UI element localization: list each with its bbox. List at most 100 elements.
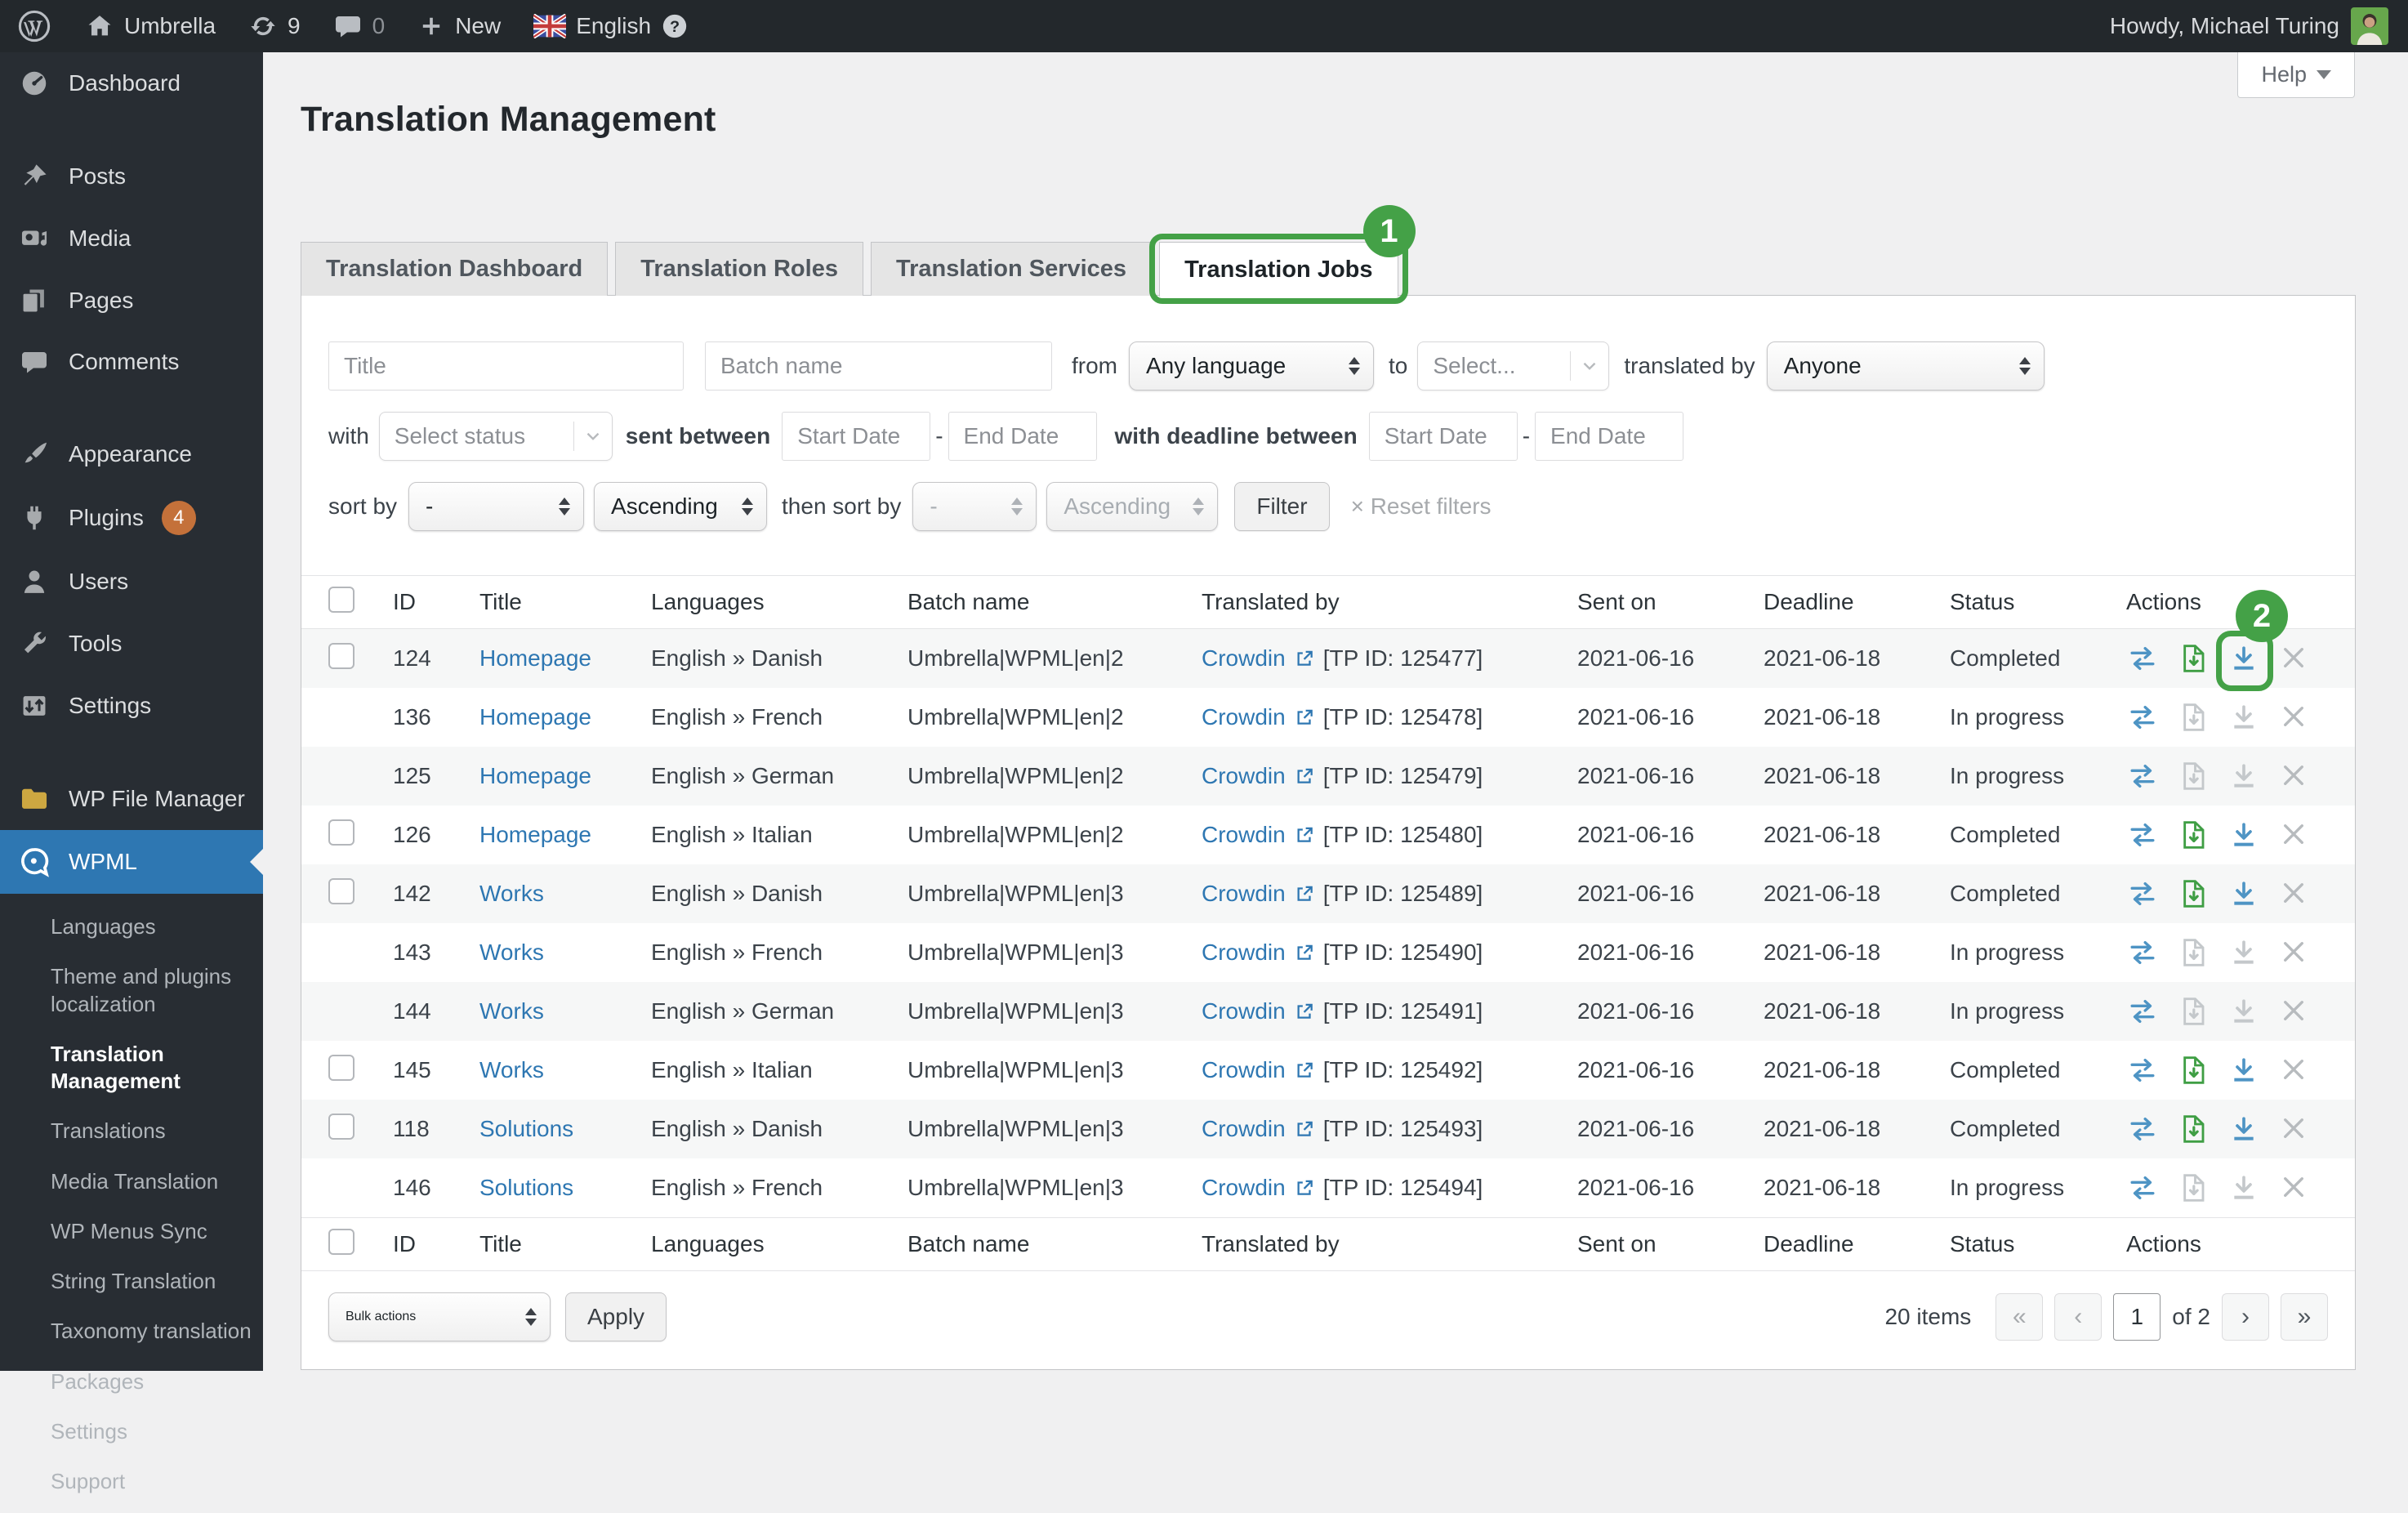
sidebar-item-appearance[interactable]: Appearance (0, 423, 263, 485)
submenu-item-media-translation[interactable]: Media Translation (0, 1157, 263, 1207)
sort-order-select[interactable]: Ascending (594, 482, 767, 531)
job-title-link[interactable]: Solutions (479, 1116, 573, 1141)
cancel-job-icon[interactable] (2278, 819, 2311, 851)
download-xliff-icon[interactable] (2177, 1172, 2210, 1204)
sidebar-item-posts[interactable]: Posts (0, 145, 263, 208)
download-xliff-icon[interactable] (2177, 877, 2210, 910)
job-title-link[interactable]: Works (479, 1057, 544, 1082)
translator-link[interactable]: Crowdin (1202, 881, 1286, 907)
help-button[interactable]: Help (2237, 52, 2355, 98)
download-translation-icon[interactable] (2227, 1172, 2260, 1204)
first-page-button[interactable]: « (1996, 1293, 2043, 1341)
site-name-menu[interactable]: Umbrella (69, 0, 232, 52)
download-translation-icon[interactable] (2227, 995, 2260, 1028)
exchange-translator-icon[interactable] (2126, 1054, 2159, 1087)
submenu-item-string-translation[interactable]: String Translation (0, 1256, 263, 1306)
batch-name-filter-input[interactable] (705, 341, 1052, 391)
cancel-job-icon[interactable] (2278, 1172, 2311, 1204)
comments-menu[interactable]: 0 (317, 0, 402, 52)
submenu-item-taxonomy-translation[interactable]: Taxonomy translation (0, 1306, 263, 1356)
select-all-checkbox[interactable] (328, 587, 355, 613)
job-title-link[interactable]: Works (479, 939, 544, 965)
download-xliff-icon[interactable] (2177, 760, 2210, 792)
new-menu[interactable]: New (401, 0, 517, 52)
select-all-checkbox[interactable] (328, 1229, 355, 1255)
language-menu[interactable]: English ? (517, 0, 705, 52)
download-translation-icon[interactable] (2227, 701, 2260, 734)
download-translation-icon[interactable] (2227, 1054, 2260, 1087)
exchange-translator-icon[interactable] (2126, 877, 2159, 910)
translator-link[interactable]: Crowdin (1202, 822, 1286, 848)
download-translation-icon[interactable] (2227, 760, 2260, 792)
deadline-start-date-input[interactable] (1369, 412, 1518, 461)
sidebar-item-users[interactable]: Users (0, 551, 263, 613)
sidebar-item-dashboard[interactable]: Dashboard (0, 52, 263, 114)
cancel-job-icon[interactable] (2278, 877, 2311, 910)
sent-end-date-input[interactable] (948, 412, 1097, 461)
filter-button[interactable]: Filter (1234, 482, 1329, 531)
download-xliff-icon[interactable] (2177, 642, 2210, 675)
status-select[interactable]: Select status (379, 412, 613, 461)
job-title-link[interactable]: Works (479, 998, 544, 1024)
download-xliff-icon[interactable] (2177, 819, 2210, 851)
wordpress-logo[interactable] (0, 0, 69, 52)
download-xliff-icon[interactable] (2177, 1113, 2210, 1145)
from-language-select[interactable]: Any language (1129, 341, 1374, 391)
job-title-link[interactable]: Homepage (479, 763, 591, 788)
job-title-link[interactable]: Homepage (479, 704, 591, 730)
submenu-item-translation-management[interactable]: Translation Management (0, 1029, 263, 1107)
download-xliff-icon[interactable] (2177, 1054, 2210, 1087)
sent-start-date-input[interactable] (782, 412, 930, 461)
translator-link[interactable]: Crowdin (1202, 998, 1286, 1024)
next-page-button[interactable]: › (2222, 1293, 2269, 1341)
sidebar-item-wp-file-manager[interactable]: WP File Manager (0, 768, 263, 830)
row-checkbox[interactable] (328, 819, 355, 846)
row-checkbox[interactable] (328, 878, 355, 904)
translated-by-select[interactable]: Anyone (1767, 341, 2045, 391)
exchange-translator-icon[interactable] (2126, 1113, 2159, 1145)
reset-filters-link[interactable]: × Reset filters (1351, 493, 1492, 520)
cancel-job-icon[interactable] (2278, 701, 2311, 734)
row-checkbox[interactable] (328, 1055, 355, 1081)
deadline-end-date-input[interactable] (1535, 412, 1683, 461)
sidebar-item-media[interactable]: Media (0, 208, 263, 270)
cancel-job-icon[interactable] (2278, 995, 2311, 1028)
translator-link[interactable]: Crowdin (1202, 704, 1286, 730)
download-xliff-icon[interactable] (2177, 995, 2210, 1028)
job-title-link[interactable]: Works (479, 881, 544, 906)
translator-link[interactable]: Crowdin (1202, 939, 1286, 966)
tab-translation-dashboard[interactable]: Translation Dashboard (301, 242, 608, 296)
download-translation-icon[interactable] (2227, 936, 2260, 969)
title-filter-input[interactable] (328, 341, 684, 391)
cancel-job-icon[interactable] (2278, 1113, 2311, 1145)
submenu-item-translations[interactable]: Translations (0, 1106, 263, 1156)
tab-translation-roles[interactable]: Translation Roles (615, 242, 863, 296)
submenu-item-support[interactable]: Support (0, 1457, 263, 1506)
prev-page-button[interactable]: ‹ (2054, 1293, 2102, 1341)
bulk-actions-select[interactable]: Bulk actions (328, 1292, 551, 1341)
sidebar-item-comments[interactable]: Comments (0, 332, 263, 392)
exchange-translator-icon[interactable] (2126, 936, 2159, 969)
then-sort-by-select[interactable]: - (912, 482, 1037, 531)
sidebar-item-plugins[interactable]: Plugins4 (0, 485, 263, 551)
translator-link[interactable]: Crowdin (1202, 763, 1286, 789)
sidebar-item-wpml[interactable]: WPML (0, 830, 263, 894)
to-language-select[interactable]: Select... (1417, 341, 1609, 391)
updates-menu[interactable]: 9 (232, 0, 317, 52)
translator-link[interactable]: Crowdin (1202, 1057, 1286, 1083)
sort-by-select[interactable]: - (408, 482, 584, 531)
download-xliff-icon[interactable] (2177, 936, 2210, 969)
cancel-job-icon[interactable] (2278, 760, 2311, 792)
translator-link[interactable]: Crowdin (1202, 1175, 1286, 1201)
tab-translation-services[interactable]: Translation Services (871, 242, 1152, 296)
sidebar-item-pages[interactable]: Pages (0, 270, 263, 332)
exchange-translator-icon[interactable] (2126, 1172, 2159, 1204)
download-translation-icon[interactable] (2227, 1113, 2260, 1145)
download-translation-icon[interactable] (2227, 877, 2260, 910)
apply-button[interactable]: Apply (565, 1292, 667, 1341)
download-translation-icon[interactable] (2227, 819, 2260, 851)
job-title-link[interactable]: Homepage (479, 645, 591, 671)
cancel-job-icon[interactable] (2278, 1054, 2311, 1087)
row-checkbox[interactable] (328, 1114, 355, 1140)
cancel-job-icon[interactable] (2278, 936, 2311, 969)
